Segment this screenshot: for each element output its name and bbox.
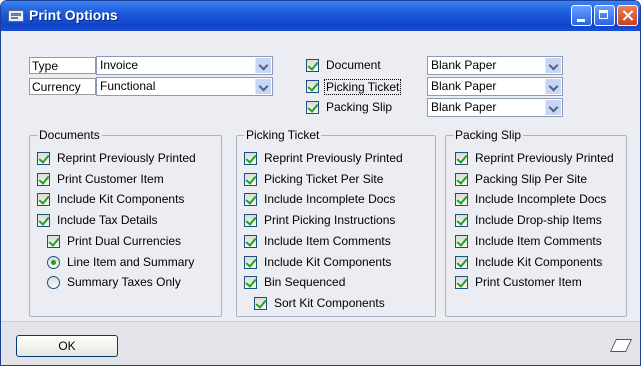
picking-ticket-format-value: Blank Paper: [431, 79, 497, 93]
packing-slip-reprint-previously-printed-label: Reprint Previously Printed: [475, 151, 614, 165]
picking-ticket-bin-sequenced-label: Bin Sequenced: [264, 275, 346, 290]
picking-ticket-print-picking-instructions-checkbox[interactable]: [244, 214, 257, 228]
documents-reprint-previously-printed-checkbox[interactable]: [37, 152, 50, 165]
picking-ticket-sort-kit-components-label: Sort Kit Components: [274, 295, 385, 310]
picking-ticket-reprint-previously-printed-label: Reprint Previously Printed: [264, 151, 403, 165]
documents-print-dual-currencies-checkbox[interactable]: [47, 234, 60, 248]
documents-print-customer-item-label: Print Customer Item: [57, 171, 164, 186]
picking-ticket-checkbox[interactable]: [306, 80, 319, 93]
packing-slip-label: Packing Slip: [326, 100, 393, 114]
type-select-value: Invoice: [100, 58, 139, 72]
picking-ticket-bin-sequenced-checkbox[interactable]: [244, 276, 257, 290]
title-bar[interactable]: Print Options: [1, 1, 640, 31]
currency-select-value: Functional: [100, 79, 156, 93]
picking-ticket-reprint-previously-printed-checkbox[interactable]: [244, 152, 257, 165]
packing-slip-include-incomplete-docs-checkbox[interactable]: [455, 193, 468, 207]
document-format-value: Blank Paper: [431, 58, 497, 72]
picking-ticket-print-picking-instructions-label: Print Picking Instructions: [264, 213, 396, 228]
window-title: Print Options: [29, 7, 118, 23]
packing-slip-checkbox[interactable]: [306, 101, 319, 114]
picking-ticket-picking-ticket-per-site-label: Picking Ticket Per Site: [264, 171, 384, 186]
documents-line-item-and-summary-radio[interactable]: [47, 255, 60, 269]
picking-ticket-group-title: Picking Ticket: [244, 128, 322, 142]
packing-slip-include-item-comments-label: Include Item Comments: [475, 233, 602, 248]
documents-reprint-previously-printed-label: Reprint Previously Printed: [57, 151, 196, 165]
packing-slip-packing-slip-per-site-checkbox[interactable]: [455, 172, 468, 186]
chevron-down-icon[interactable]: [545, 100, 561, 115]
currency-select[interactable]: Functional: [96, 77, 273, 96]
packing-slip-print-customer-item-checkbox[interactable]: [455, 276, 468, 290]
picking-ticket-include-item-comments-checkbox[interactable]: [244, 234, 257, 248]
picking-ticket-include-item-comments-label: Include Item Comments: [264, 233, 391, 248]
chevron-down-icon[interactable]: [255, 58, 271, 73]
packing-slip-include-kit-components-checkbox[interactable]: [455, 255, 468, 269]
close-button[interactable]: [617, 5, 638, 26]
documents-line-item-and-summary-label: Line Item and Summary: [67, 254, 195, 269]
type-label: Type: [29, 57, 96, 74]
minimize-button[interactable]: [571, 5, 592, 26]
document-checkbox[interactable]: [306, 59, 319, 72]
documents-print-customer-item-checkbox[interactable]: [37, 172, 50, 186]
picking-ticket-format-select[interactable]: Blank Paper: [427, 77, 563, 96]
window-app-icon: [8, 10, 24, 22]
picking-ticket-include-kit-components-label: Include Kit Components: [264, 254, 392, 269]
documents-include-kit-components-label: Include Kit Components: [57, 192, 185, 207]
chevron-down-icon[interactable]: [545, 58, 561, 73]
packing-slip-include-incomplete-docs-label: Include Incomplete Docs: [475, 192, 607, 207]
documents-summary-taxes-only-label: Summary Taxes Only: [67, 275, 181, 290]
packing-slip-group-title: Packing Slip: [453, 128, 524, 142]
ok-button[interactable]: OK: [16, 335, 118, 357]
picking-ticket-include-kit-components-checkbox[interactable]: [244, 255, 257, 269]
chevron-down-icon[interactable]: [255, 79, 271, 94]
packing-slip-include-drop-ship-items-checkbox[interactable]: [455, 214, 468, 228]
picking-ticket-include-incomplete-docs-label: Include Incomplete Docs: [264, 192, 396, 207]
document-format-select[interactable]: Blank Paper: [427, 56, 563, 75]
document-label: Document: [326, 58, 381, 72]
documents-include-tax-details-label: Include Tax Details: [57, 213, 158, 228]
packing-slip-include-drop-ship-items-label: Include Drop-ship Items: [475, 213, 602, 228]
print-options-window: Print Options Type Invoice Currency Func…: [0, 0, 641, 366]
documents-include-kit-components-checkbox[interactable]: [37, 193, 50, 207]
chevron-down-icon[interactable]: [545, 79, 561, 94]
type-select[interactable]: Invoice: [96, 56, 273, 75]
picking-ticket-include-incomplete-docs-checkbox[interactable]: [244, 193, 257, 207]
maximize-button[interactable]: [594, 5, 615, 26]
documents-include-tax-details-checkbox[interactable]: [37, 214, 50, 228]
packing-slip-packing-slip-per-site-label: Packing Slip Per Site: [475, 171, 588, 186]
picking-ticket-picking-ticket-per-site-checkbox[interactable]: [244, 172, 257, 186]
picking-ticket-label: Picking Ticket: [324, 79, 402, 95]
currency-label: Currency: [29, 78, 96, 95]
packing-slip-reprint-previously-printed-checkbox[interactable]: [455, 152, 468, 165]
packing-slip-format-select[interactable]: Blank Paper: [427, 98, 563, 117]
packing-slip-format-value: Blank Paper: [431, 100, 497, 114]
packing-slip-print-customer-item-label: Print Customer Item: [475, 275, 582, 290]
picking-ticket-sort-kit-components-checkbox[interactable]: [254, 296, 267, 310]
documents-group-title: Documents: [37, 128, 102, 142]
packing-slip-include-item-comments-checkbox[interactable]: [455, 234, 468, 248]
packing-slip-include-kit-components-label: Include Kit Components: [475, 254, 603, 269]
documents-print-dual-currencies-label: Print Dual Currencies: [67, 233, 182, 248]
